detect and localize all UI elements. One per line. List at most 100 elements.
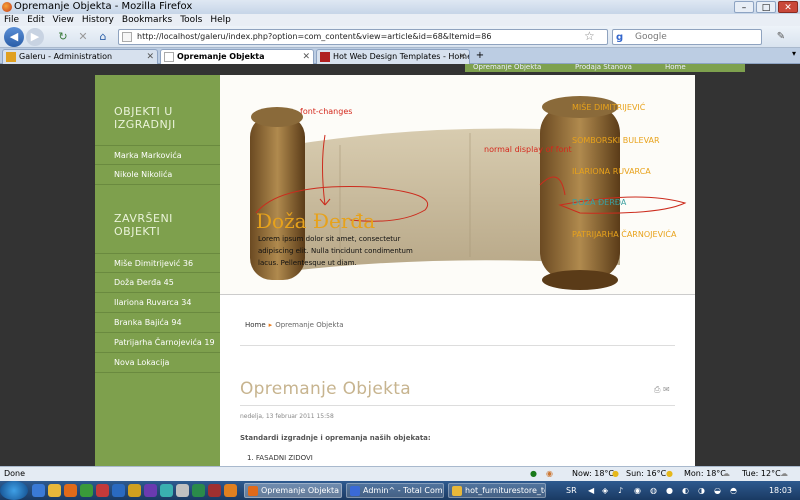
volume-icon[interactable]: ♪ bbox=[618, 481, 623, 500]
status-ok-icon: ● bbox=[530, 469, 537, 478]
tab-label: Galeru - Administration bbox=[19, 52, 113, 61]
sidebar-item[interactable]: Branka Bajića 94 bbox=[95, 313, 220, 333]
taskbar-firefox[interactable]: Opremanje Objekta -... bbox=[244, 483, 342, 498]
close-tab-icon[interactable]: ✕ bbox=[146, 50, 154, 64]
close-button[interactable]: ✕ bbox=[778, 1, 798, 13]
menu-tools[interactable]: Tools bbox=[180, 14, 202, 26]
tray-icon[interactable]: ◉ bbox=[634, 481, 641, 500]
menu-help[interactable]: Help bbox=[210, 14, 231, 26]
taskbar-label: hot_furniturestore_te... bbox=[465, 486, 545, 495]
reload-icon[interactable]: ↻ bbox=[54, 28, 72, 46]
breadcrumb-home[interactable]: Home bbox=[245, 321, 266, 329]
menu-edit[interactable]: Edit bbox=[27, 14, 44, 26]
joomla-icon bbox=[6, 52, 16, 62]
annotation-normal-display: normal display of font bbox=[484, 145, 572, 154]
language-indicator[interactable]: SR bbox=[566, 481, 577, 500]
scroll-title: Doža Đerđa bbox=[256, 209, 376, 233]
tray-icon[interactable]: ◍ bbox=[650, 481, 657, 500]
tab-list-icon[interactable]: ▾ bbox=[792, 49, 796, 58]
tray-icon[interactable]: ◀ bbox=[588, 481, 594, 500]
tab-opremanje-objekta[interactable]: Opremanje Objekta ✕ bbox=[160, 49, 314, 64]
tab-hot-web-design[interactable]: Hot Web Design Templates - Home ✕ bbox=[316, 49, 470, 64]
sidebar-item[interactable]: Miše Dimitrijević 36 bbox=[95, 253, 220, 273]
tray-icon[interactable]: ◒ bbox=[714, 481, 721, 500]
new-tab-button[interactable]: + bbox=[472, 49, 488, 63]
sidebar-item[interactable]: Ilariona Ruvarca 34 bbox=[95, 293, 220, 313]
folder-icon[interactable] bbox=[48, 484, 61, 497]
sidebar-item[interactable]: Marka Markovića bbox=[95, 145, 220, 165]
status-bar: Done ● ◉ Now: 18°C ● Sun: 16°C ● Mon: 18… bbox=[0, 466, 800, 481]
weather-addon-icon[interactable]: ◉ bbox=[546, 467, 553, 481]
site-top-menu: Opremanje Objekta Prodaja Stanova Home bbox=[465, 64, 745, 72]
breadcrumb-arrow-icon: ▸ bbox=[268, 321, 273, 329]
print-icon[interactable]: ⎙ bbox=[654, 385, 660, 394]
main-content: font-changes normal display of font Doža… bbox=[220, 75, 695, 466]
cloud-icon: ☁ bbox=[722, 469, 730, 478]
stop-icon[interactable]: ✕ bbox=[74, 28, 92, 46]
taskbar-folder[interactable]: hot_furniturestore_te... bbox=[448, 483, 546, 498]
app-icon[interactable] bbox=[96, 484, 109, 497]
search-input[interactable]: g Google bbox=[612, 29, 762, 45]
menu-bookmarks[interactable]: Bookmarks bbox=[122, 14, 172, 26]
close-tab-icon[interactable]: ✕ bbox=[458, 50, 466, 64]
site-icon bbox=[320, 52, 330, 62]
addon-icon[interactable]: ✎ bbox=[772, 28, 790, 46]
maximize-button[interactable]: □ bbox=[756, 1, 776, 13]
app-icon[interactable] bbox=[208, 484, 221, 497]
sidebar-item[interactable]: Patrijarha Čarnojevića 19 bbox=[95, 333, 220, 353]
tab-administration[interactable]: Galeru - Administration ✕ bbox=[2, 49, 158, 64]
app-icon[interactable] bbox=[192, 484, 205, 497]
tray-icon[interactable]: ◑ bbox=[698, 481, 705, 500]
menu-history[interactable]: History bbox=[82, 14, 114, 26]
url-bar[interactable]: http://localhost/galeru/index.php?option… bbox=[118, 29, 608, 45]
weather-tue: Tue: 12°C bbox=[742, 469, 781, 478]
top-menu-item[interactable]: Home bbox=[665, 64, 686, 72]
tray-icon[interactable]: ◓ bbox=[730, 481, 737, 500]
window-title: Opremanje Objekta - Mozilla Firefox bbox=[14, 1, 193, 12]
banner-link[interactable]: DOŽA ĐERĐA bbox=[572, 198, 626, 207]
total-commander-icon bbox=[350, 486, 360, 496]
scroll-text: Lorem ipsum dolor sit amet, consectetur … bbox=[258, 235, 413, 267]
app-icon[interactable] bbox=[144, 484, 157, 497]
sidebar-item[interactable]: Nova Lokacija bbox=[95, 353, 220, 373]
app-icon[interactable] bbox=[112, 484, 125, 497]
sidebar-heading: ZAVRŠENI OBJEKTI bbox=[114, 212, 173, 238]
search-placeholder: Google bbox=[635, 32, 667, 42]
status-text: Done bbox=[4, 469, 26, 478]
sidebar-item[interactable]: Doža Đerđa 45 bbox=[95, 273, 220, 293]
email-icon[interactable]: ✉ bbox=[663, 385, 670, 394]
weather-sun: Sun: 16°C bbox=[626, 469, 667, 478]
top-menu-item[interactable]: Prodaja Stanova bbox=[575, 64, 632, 72]
menu-bar: File Edit View History Bookmarks Tools H… bbox=[0, 14, 800, 26]
taskbar-total-commander[interactable]: Admin^ - Total Com... bbox=[346, 483, 444, 498]
app-icon[interactable] bbox=[160, 484, 173, 497]
tray-icon[interactable]: ◐ bbox=[682, 481, 689, 500]
app-icon[interactable] bbox=[80, 484, 93, 497]
home-icon[interactable]: ⌂ bbox=[94, 28, 112, 46]
sidebar-item[interactable]: Nikole Nikolića bbox=[95, 165, 220, 185]
start-button[interactable] bbox=[0, 481, 28, 500]
app-icon[interactable] bbox=[176, 484, 189, 497]
banner-link[interactable]: ILARIONA RUVARCA bbox=[572, 167, 651, 176]
app-icon[interactable] bbox=[128, 484, 141, 497]
firefox-icon[interactable] bbox=[64, 484, 77, 497]
forward-button[interactable]: ▶ bbox=[26, 28, 44, 46]
banner-link[interactable]: MIŠE DIMITRIJEVIĆ bbox=[572, 103, 645, 112]
menu-view[interactable]: View bbox=[53, 14, 74, 26]
tab-label: Opremanje Objekta bbox=[177, 52, 265, 61]
firefox-icon bbox=[2, 2, 12, 12]
minimize-button[interactable]: – bbox=[734, 1, 754, 13]
bookmark-star-icon[interactable]: ☆ bbox=[584, 29, 595, 43]
page-viewport: Opremanje Objekta Prodaja Stanova Home O… bbox=[0, 64, 800, 466]
network-icon[interactable]: ◈ bbox=[602, 481, 608, 500]
banner-link[interactable]: PATRIJARHA ČARNOJEVIĆA bbox=[572, 230, 676, 239]
back-button[interactable]: ◀ bbox=[4, 27, 24, 47]
top-menu-item[interactable]: Opremanje Objekta bbox=[473, 64, 541, 72]
ie-icon[interactable] bbox=[32, 484, 45, 497]
url-text: http://localhost/galeru/index.php?option… bbox=[137, 32, 492, 41]
banner-link[interactable]: SOMBORSKI BULEVAR bbox=[572, 136, 660, 145]
close-tab-icon[interactable]: ✕ bbox=[302, 50, 310, 64]
menu-file[interactable]: File bbox=[4, 14, 19, 26]
tray-icon[interactable]: ● bbox=[666, 481, 673, 500]
app-icon[interactable] bbox=[224, 484, 237, 497]
